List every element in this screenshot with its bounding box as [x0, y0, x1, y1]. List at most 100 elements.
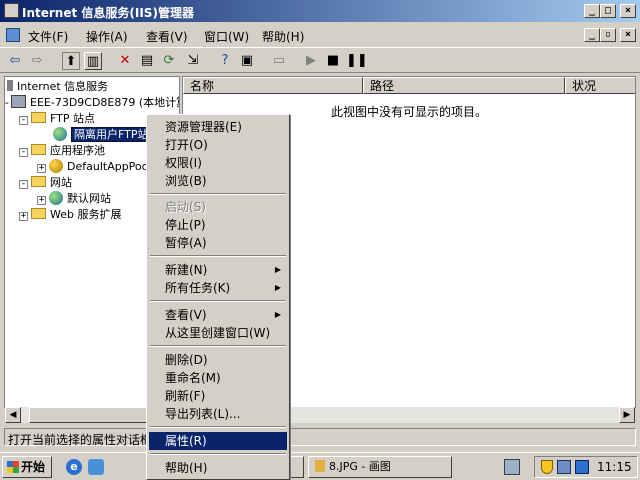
- column-header-name[interactable]: 名称: [183, 77, 363, 94]
- refresh-icon[interactable]: ⟳: [160, 52, 178, 70]
- ctx-new[interactable]: 新建(N) ▶: [149, 261, 287, 279]
- ctx-properties[interactable]: 属性(R): [149, 432, 287, 450]
- up-folder-icon[interactable]: ⬆: [62, 52, 80, 70]
- scroll-left-icon[interactable]: ◀: [5, 407, 21, 423]
- ctx-delete[interactable]: 删除(D): [149, 351, 287, 369]
- mmc-icon[interactable]: [6, 28, 20, 42]
- tray-network-icon[interactable]: [504, 459, 520, 475]
- menu-action[interactable]: 操作(A): [86, 28, 128, 45]
- minus-expander-icon[interactable]: -: [19, 116, 28, 125]
- export-icon[interactable]: ⇲: [184, 52, 202, 70]
- tree-item-root[interactable]: Internet 信息服务: [7, 79, 108, 95]
- ctx-export-list[interactable]: 导出列表(L)...: [149, 405, 287, 423]
- folder-icon: [31, 208, 46, 219]
- column-header-path[interactable]: 路径: [363, 77, 565, 94]
- website-globe-icon: [49, 191, 63, 205]
- iis-app-icon: [4, 3, 19, 18]
- minus-expander-icon[interactable]: -: [19, 148, 28, 157]
- ctx-separator: [150, 426, 286, 428]
- context-menu: 资源管理器(E) 打开(O) 权限(I) 浏览(B) 启动(S) 停止(P) 暂…: [146, 114, 290, 480]
- windows-logo-icon: [7, 461, 19, 473]
- plus-expander-icon[interactable]: +: [19, 212, 28, 221]
- start-button[interactable]: 开始: [2, 456, 52, 478]
- new-window-icon[interactable]: ▣: [238, 52, 256, 70]
- help-icon[interactable]: ?: [216, 52, 234, 70]
- tree-item-websites[interactable]: - 网站: [19, 175, 72, 191]
- ctx-refresh[interactable]: 刷新(F): [149, 387, 287, 405]
- ctx-all-tasks[interactable]: 所有任务(K) ▶: [149, 279, 287, 297]
- status-bar: 打开当前选择的属性对话框: [4, 428, 636, 447]
- play-icon[interactable]: ▶: [302, 52, 320, 70]
- language-icon[interactable]: [575, 460, 589, 474]
- title-bar[interactable]: Internet 信息服务(IIS)管理器 _ □ ×: [0, 0, 640, 22]
- ctx-view[interactable]: 查看(V) ▶: [149, 306, 287, 324]
- submenu-arrow-icon: ▶: [274, 283, 281, 292]
- menu-help[interactable]: 帮助(H): [262, 28, 304, 45]
- paint-icon: [315, 460, 325, 472]
- delete-icon[interactable]: ✕: [116, 52, 134, 70]
- back-arrow-icon[interactable]: ⇦: [6, 52, 24, 70]
- folder-icon: [31, 176, 46, 187]
- stop-icon[interactable]: ■: [324, 52, 342, 70]
- ctx-explorer[interactable]: 资源管理器(E): [149, 118, 287, 136]
- submenu-arrow-icon: ▶: [274, 265, 281, 274]
- ctx-stop[interactable]: 停止(P): [149, 216, 287, 234]
- ctx-open[interactable]: 打开(O): [149, 136, 287, 154]
- server-icon: [11, 95, 26, 108]
- minimize-button[interactable]: _: [584, 4, 600, 18]
- ctx-start: 启动(S): [165, 200, 206, 214]
- minus-expander-icon[interactable]: -: [5, 95, 9, 111]
- tree-item-ftp-sites[interactable]: - FTP 站点: [19, 111, 95, 127]
- network-computers-icon[interactable]: [557, 460, 571, 474]
- menu-view[interactable]: 查看(V): [146, 28, 188, 45]
- ctx-separator: [150, 300, 286, 302]
- clock[interactable]: 11:15: [597, 460, 632, 474]
- child-restore-button[interactable]: ▫: [600, 28, 616, 42]
- tree-item-local-computer[interactable]: -EEE-73D9CD8E879 (本地计算机): [5, 95, 179, 111]
- system-tray: 11:15: [534, 456, 638, 478]
- ctx-pause[interactable]: 暂停(A): [149, 234, 287, 252]
- close-button[interactable]: ×: [620, 4, 636, 18]
- window-title: Internet 信息服务(IIS)管理器: [22, 6, 194, 20]
- plus-expander-icon[interactable]: +: [37, 164, 46, 173]
- properties-icon[interactable]: ▤: [138, 52, 156, 70]
- child-close-button[interactable]: ×: [620, 28, 636, 42]
- tree-item-web-service-ext[interactable]: + Web 服务扩展: [19, 207, 121, 223]
- plus-expander-icon[interactable]: +: [37, 196, 46, 205]
- minus-expander-icon[interactable]: -: [19, 180, 28, 189]
- ctx-new-window-from-here[interactable]: 从这里创建窗口(W): [149, 324, 287, 342]
- tree-item-default-website[interactable]: + 默认网站: [37, 191, 111, 207]
- show-tree-icon[interactable]: ▥: [84, 52, 102, 70]
- tree-item-app-pools[interactable]: - 应用程序池: [19, 143, 105, 159]
- ie-quicklaunch-icon[interactable]: e: [66, 459, 82, 475]
- task-item-paint[interactable]: 8.JPG - 画图: [308, 456, 452, 478]
- menu-bar: 文件(F) 操作(A) 查看(V) 窗口(W) 帮助(H) _ ▫ ×: [0, 24, 640, 46]
- iis-root-icon: [7, 80, 13, 91]
- folder-icon: [31, 144, 46, 155]
- ctx-browse[interactable]: 浏览(B): [149, 172, 287, 190]
- app-pool-icon: [49, 159, 63, 173]
- ctx-help[interactable]: 帮助(H): [149, 459, 287, 477]
- ftp-site-icon: [53, 127, 67, 141]
- submenu-arrow-icon: ▶: [274, 310, 281, 319]
- pause-icon[interactable]: ❚❚: [346, 52, 368, 70]
- child-minimize-button[interactable]: _: [584, 28, 600, 42]
- ctx-separator: [150, 345, 286, 347]
- tree-item-default-app-pool[interactable]: + DefaultAppPool: [37, 159, 151, 175]
- ctx-permissions[interactable]: 权限(I): [149, 154, 287, 172]
- ctx-separator: [150, 453, 286, 455]
- maximize-button[interactable]: □: [600, 4, 616, 18]
- ctx-rename[interactable]: 重命名(M): [149, 369, 287, 387]
- menu-window[interactable]: 窗口(W): [204, 28, 249, 45]
- computer-icon[interactable]: ▭: [270, 52, 288, 70]
- ctx-separator: [150, 255, 286, 257]
- scroll-right-icon[interactable]: ▶: [619, 407, 635, 423]
- outlook-quicklaunch-icon[interactable]: [88, 459, 104, 475]
- ctx-separator: [150, 193, 286, 195]
- forward-arrow-icon[interactable]: ⇨: [28, 52, 46, 70]
- column-header-status[interactable]: 状况: [565, 77, 635, 94]
- security-shield-icon[interactable]: [541, 460, 553, 474]
- menu-file[interactable]: 文件(F): [28, 28, 68, 45]
- folder-icon: [31, 112, 46, 123]
- scroll-thumb[interactable]: [29, 407, 147, 423]
